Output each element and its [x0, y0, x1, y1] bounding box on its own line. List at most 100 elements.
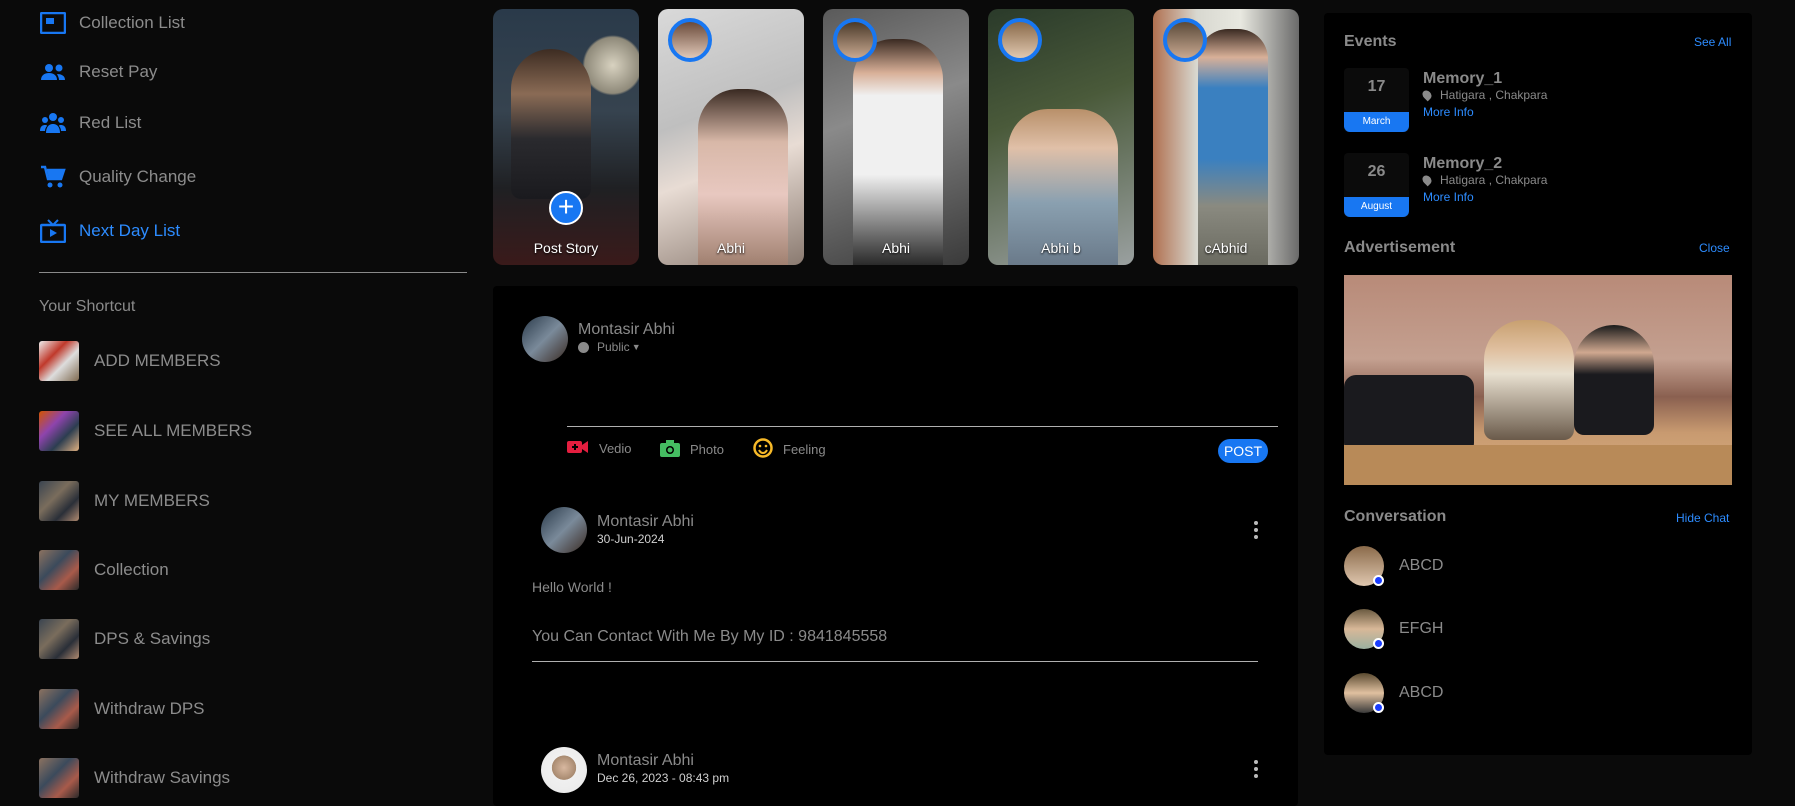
- events-title: Events: [1344, 33, 1397, 50]
- shortcut-label: Withdraw DPS: [94, 699, 205, 718]
- see-all-link[interactable]: See All: [1694, 35, 1731, 49]
- story-avatar: [833, 18, 877, 62]
- shortcut-withdraw-dps[interactable]: Withdraw DPS: [39, 689, 205, 729]
- nav-red-list[interactable]: Red List: [39, 108, 141, 138]
- shortcut-thumbnail: [39, 758, 79, 798]
- post-menu-icon[interactable]: [1251, 759, 1261, 779]
- event-title: Memory_2: [1423, 155, 1503, 172]
- advertisement-title: Advertisement: [1344, 239, 1456, 256]
- post-avatar[interactable]: [541, 747, 587, 793]
- online-indicator: [1373, 638, 1384, 649]
- event-month: March: [1344, 112, 1409, 132]
- photo-action[interactable]: Photo: [660, 439, 724, 460]
- nav-quality-change[interactable]: Quality Change: [39, 162, 196, 192]
- contact-avatar: [1344, 609, 1384, 649]
- add-story-icon[interactable]: +: [549, 191, 583, 225]
- conversation-item[interactable]: ABCD: [1344, 546, 1443, 586]
- story-figure: [1198, 29, 1268, 265]
- event-location-text: Hatigara , Chakpara: [1440, 88, 1548, 102]
- shortcut-my-members[interactable]: MY MEMBERS: [39, 481, 210, 521]
- story-item[interactable]: Abhi b: [988, 9, 1134, 265]
- nav-reset-pay[interactable]: Reset Pay: [39, 57, 157, 87]
- nav-label: Next Day List: [79, 221, 181, 240]
- nav-next-day-list[interactable]: Next Day List: [39, 216, 180, 246]
- post-text: Hello World !: [532, 579, 612, 595]
- shortcut-withdraw-savings[interactable]: Withdraw Savings: [39, 758, 230, 798]
- composer-input[interactable]: [567, 380, 1278, 427]
- cart-icon: [39, 163, 67, 191]
- shortcut-dps-savings[interactable]: DPS & Savings: [39, 619, 210, 659]
- more-info-link[interactable]: More Info: [1423, 190, 1474, 204]
- story-name: Abhi: [881, 240, 911, 256]
- shortcut-label: MY MEMBERS: [94, 491, 210, 510]
- left-sidebar: Collection List Reset Pay Red List Quali…: [0, 0, 480, 806]
- shortcut-title: Your Shortcut: [39, 298, 136, 315]
- shortcut-label: Withdraw Savings: [94, 768, 231, 787]
- video-action[interactable]: Vedio: [567, 439, 632, 458]
- event-title: Memory_1: [1423, 70, 1503, 87]
- shortcut-label: DPS & Savings: [94, 629, 211, 648]
- post-author[interactable]: Montasir Abhi: [597, 752, 694, 770]
- close-ad-link[interactable]: Close: [1699, 241, 1730, 255]
- video-icon: [567, 439, 589, 458]
- event-month: August: [1344, 197, 1409, 217]
- shortcut-add-members[interactable]: ADD MEMBERS: [39, 341, 221, 381]
- feed-panel: [493, 286, 1298, 806]
- story-figure: [698, 89, 788, 265]
- story-name: Abhi: [716, 240, 746, 256]
- action-label: Vedio: [599, 441, 632, 456]
- shortcut-thumbnail: [39, 411, 79, 451]
- advertisement-image[interactable]: [1344, 275, 1732, 485]
- story-avatar: [668, 18, 712, 62]
- more-info-link[interactable]: More Info: [1423, 105, 1474, 119]
- post-menu-icon[interactable]: [1251, 520, 1261, 540]
- post-date: Dec 26, 2023 - 08:43 pm: [597, 771, 730, 785]
- sidebar-divider: [39, 272, 467, 273]
- story-figure: [853, 39, 943, 265]
- story-avatar: [1163, 18, 1207, 62]
- map-pin-icon: [1420, 88, 1434, 102]
- story-item[interactable]: Abhi: [823, 9, 969, 265]
- post-avatar[interactable]: [541, 507, 587, 553]
- conversation-item[interactable]: ABCD: [1344, 673, 1443, 713]
- shortcut-see-all-members[interactable]: SEE ALL MEMBERS: [39, 411, 252, 451]
- tv-icon: [39, 217, 67, 245]
- ad-table: [1344, 445, 1732, 485]
- nav-label: Reset Pay: [79, 62, 158, 81]
- online-indicator: [1373, 702, 1384, 713]
- story-avatar: [998, 18, 1042, 62]
- story-item[interactable]: cAbhid: [1153, 9, 1299, 265]
- nav-label: Quality Change: [79, 167, 197, 186]
- ad-person: [1574, 325, 1654, 435]
- event-location-text: Hatigara , Chakpara: [1440, 173, 1548, 187]
- story-name: Abhi b: [1041, 240, 1081, 256]
- event-date: 26 August: [1344, 153, 1409, 217]
- users-icon: [39, 58, 67, 86]
- nav-collection-list[interactable]: Collection List: [39, 8, 185, 38]
- post-button[interactable]: POST: [1218, 439, 1268, 463]
- contact-name: ABCD: [1399, 557, 1444, 574]
- event-date: 17 March: [1344, 68, 1409, 132]
- composer-avatar[interactable]: [522, 316, 568, 362]
- group-icon: [39, 109, 67, 137]
- post-divider: [532, 661, 1258, 662]
- post-author[interactable]: Montasir Abhi: [597, 513, 694, 531]
- conversation-title: Conversation: [1344, 508, 1447, 525]
- story-name: Post Story: [533, 240, 599, 256]
- event-location: Hatigara , Chakpara: [1420, 173, 1548, 187]
- caret-down-icon: ▼: [631, 342, 641, 352]
- nav-label: Collection List: [79, 13, 185, 32]
- shortcut-collection[interactable]: Collection: [39, 550, 169, 590]
- story-post[interactable]: + Post Story: [493, 9, 639, 265]
- conversation-item[interactable]: EFGH: [1344, 609, 1443, 649]
- hide-chat-link[interactable]: Hide Chat: [1676, 511, 1729, 525]
- contact-name: EFGH: [1399, 620, 1444, 637]
- event-day: 26: [1367, 163, 1386, 180]
- shortcut-thumbnail: [39, 619, 79, 659]
- nav-label: Red List: [79, 113, 142, 132]
- shortcut-thumbnail: [39, 341, 79, 381]
- action-label: Photo: [690, 442, 724, 457]
- feeling-action[interactable]: Feeling: [753, 438, 826, 461]
- story-item[interactable]: Abhi: [658, 9, 804, 265]
- privacy-selector[interactable]: Public ▼: [578, 340, 641, 354]
